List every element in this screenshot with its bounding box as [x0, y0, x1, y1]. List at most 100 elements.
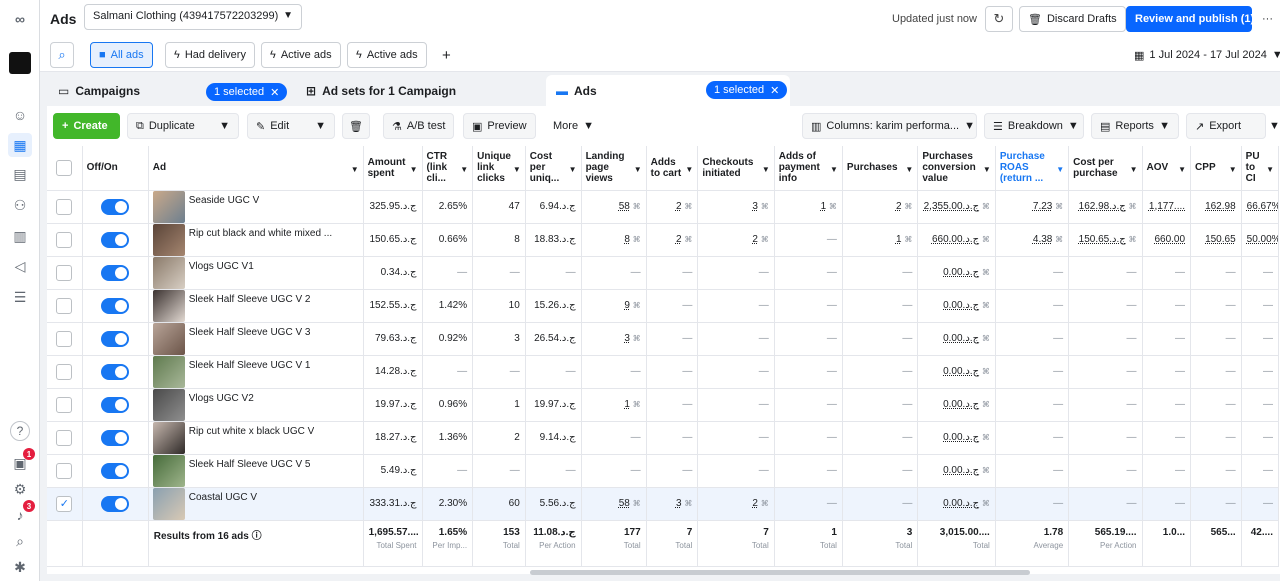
chevron-down-icon[interactable]: ▼ [634, 164, 642, 175]
table-row[interactable]: Rip cut white x black UGC V 18.27.ج.د 1.36… [47, 421, 1280, 455]
filter-had-delivery[interactable]: ϟ Had delivery [165, 42, 255, 68]
header-cpp[interactable]: CPP ▼ [1190, 146, 1242, 191]
row-toggle-cell[interactable] [82, 322, 149, 356]
row-checkbox[interactable] [56, 462, 73, 479]
ad-name[interactable]: Rip cut white x black UGC V [189, 426, 315, 437]
ad-on-off-toggle[interactable] [101, 330, 130, 347]
row-checkbox[interactable] [56, 429, 73, 446]
row-checkbox-cell[interactable] [47, 190, 83, 224]
row-toggle-cell[interactable] [82, 223, 149, 257]
row-checkbox-cell[interactable] [47, 256, 83, 290]
ad-on-off-toggle[interactable] [101, 231, 130, 248]
notifications-list-icon[interactable]: ▣ 1 [8, 448, 35, 475]
row-checkbox-cell[interactable] [47, 355, 83, 389]
chevron-down-icon[interactable]: ▼ [1056, 164, 1064, 175]
create-button[interactable]: + Create [53, 113, 120, 139]
chevron-down-icon[interactable]: ▼ [1229, 164, 1237, 175]
header-aov[interactable]: AOV ▼ [1142, 146, 1192, 191]
ad-name-cell[interactable]: Sleek Half Sleeve UGC V 2 [148, 289, 364, 323]
edit-button[interactable]: ✎ Edit ▼ [247, 113, 335, 139]
chevron-down-icon[interactable]: ▼ [1130, 164, 1138, 175]
select-all-checkbox[interactable] [56, 159, 73, 176]
table-row[interactable]: Rip cut black and white mixed ... 150.65.… [47, 223, 1280, 257]
filter-active-ads-2[interactable]: ϟ Active ads [347, 42, 427, 68]
row-toggle-cell[interactable] [82, 388, 149, 422]
row-toggle-cell[interactable] [82, 256, 149, 290]
ad-name[interactable]: Sleek Half Sleeve UGC V 3 [189, 327, 311, 338]
table-row[interactable]: Seaside UGC V 325.95.ج.د 2.65% 47 6.94.ج.د 58… [47, 190, 1280, 224]
refresh-button[interactable]: ↻ [985, 6, 1013, 32]
table-row[interactable]: Sleek Half Sleeve UGC V 1 14.28.ج.د — — — — — —… [47, 355, 1280, 389]
ad-name[interactable]: Sleek Half Sleeve UGC V 5 [189, 459, 311, 470]
ab-test-button[interactable]: ⚗ A/B test [383, 113, 455, 139]
row-checkbox-cell[interactable] [47, 289, 83, 323]
row-checkbox-cell[interactable] [47, 388, 83, 422]
header-checkbox[interactable] [47, 146, 83, 191]
campaigns-icon[interactable]: ◁ [8, 254, 32, 278]
chevron-down-icon[interactable]: ▼ [983, 164, 991, 175]
ad-name[interactable]: Seaside UGC V [189, 195, 260, 206]
row-checkbox[interactable] [56, 330, 73, 347]
audiences-icon[interactable]: ⚇ [8, 193, 32, 217]
row-toggle-cell[interactable] [82, 421, 149, 455]
ad-name-cell[interactable]: Rip cut black and white mixed ... [148, 223, 364, 257]
close-icon[interactable]: ✕ [270, 86, 279, 99]
delete-button[interactable]: 🗑 [342, 113, 370, 139]
ad-name[interactable]: Sleek Half Sleeve UGC V 2 [189, 294, 311, 305]
row-checkbox-cell[interactable] [47, 322, 83, 356]
ad-name-cell[interactable]: Coastal UGC V [148, 487, 364, 521]
chevron-down-icon[interactable]: ▼ [410, 164, 418, 175]
header-cost-per-unique[interactable]: Cost per uniq... ▼ [525, 146, 582, 191]
add-filter-button[interactable]: + [434, 42, 459, 68]
breakdown-button[interactable]: ☰ Breakdown ▼ [984, 113, 1084, 139]
table-row[interactable]: ✓ Coastal UGC V 333.31.ج.د 2.30% 60 5.56.ج.د 5… [47, 487, 1280, 521]
ads-manager-table-icon[interactable]: ▦ [8, 133, 32, 157]
row-checkbox[interactable] [56, 363, 73, 380]
ad-on-off-toggle[interactable] [101, 396, 130, 413]
chevron-down-icon[interactable]: ▼ [315, 120, 326, 132]
header-pu-to-ci[interactable]: PU to CI ▼ [1241, 146, 1280, 191]
table-row[interactable]: Vlogs UGC V1 0.34.ج.د — — — — — — — — 0.00.ج.د ⌘ — —… [47, 256, 1280, 290]
row-checkbox-cell[interactable] [47, 421, 83, 455]
chevron-down-icon[interactable]: ▼ [351, 164, 359, 175]
chevron-down-icon[interactable]: ▼ [685, 164, 693, 175]
ads-selected-pill[interactable]: 1 selected ✕ [706, 81, 788, 99]
header-adds-to-cart[interactable]: Adds to cart ▼ [646, 146, 699, 191]
more-button[interactable]: More ▼ [545, 113, 602, 139]
chevron-down-icon[interactable]: ▼ [762, 164, 770, 175]
header-ad[interactable]: Ad ▼ [148, 146, 364, 191]
columns-button[interactable]: ▥ Columns: karim performa... ▼ [802, 113, 977, 139]
ad-name[interactable]: Coastal UGC V [189, 492, 257, 503]
settings-icon[interactable]: ⚙ [8, 477, 32, 501]
preview-button[interactable]: ▣ Preview [463, 113, 536, 139]
ad-on-off-toggle[interactable] [101, 429, 130, 446]
row-checkbox-cell[interactable] [47, 454, 83, 488]
row-checkbox[interactable] [56, 231, 73, 248]
discard-drafts-button[interactable]: 🗑 Discard Drafts [1019, 6, 1126, 32]
chevron-down-icon[interactable]: ▼ [219, 120, 230, 132]
row-toggle-cell[interactable] [82, 487, 149, 521]
ad-on-off-toggle[interactable] [101, 495, 130, 512]
chevron-down-icon[interactable]: ▼ [513, 164, 521, 175]
dashboard-icon[interactable]: ☺ [8, 103, 32, 127]
ad-name-cell[interactable]: Vlogs UGC V1 [148, 256, 364, 290]
row-checkbox[interactable]: ✓ [56, 495, 73, 512]
filter-all-ads[interactable]: ■ All ads [90, 42, 153, 68]
ad-name[interactable]: Vlogs UGC V1 [189, 261, 254, 272]
ad-name[interactable]: Rip cut black and white mixed ... [189, 228, 332, 239]
header-unique-link-clicks[interactable]: Unique link clicks ▼ [472, 146, 526, 191]
header-purchases[interactable]: Purchases ▼ [842, 146, 919, 191]
ad-name-cell[interactable]: Sleek Half Sleeve UGC V 3 [148, 322, 364, 356]
header-purchase-roas[interactable]: Purchase ROAS (return ... ▼ [995, 146, 1070, 191]
close-icon[interactable]: ✕ [770, 84, 779, 97]
chevron-down-icon[interactable]: ▼ [569, 164, 577, 175]
row-toggle-cell[interactable] [82, 289, 149, 323]
row-checkbox-cell[interactable] [47, 223, 83, 257]
account-selector[interactable]: Salmani Clothing (439417572203299) ▼ [84, 4, 302, 30]
row-toggle-cell[interactable] [82, 454, 149, 488]
header-checkouts-initiated[interactable]: Checkouts initiated ▼ [697, 146, 775, 191]
row-toggle-cell[interactable] [82, 190, 149, 224]
billing-icon[interactable]: ▥ [8, 224, 32, 248]
search-button[interactable]: ⌕ [50, 42, 74, 68]
menu-icon[interactable]: ☰ [8, 285, 32, 309]
